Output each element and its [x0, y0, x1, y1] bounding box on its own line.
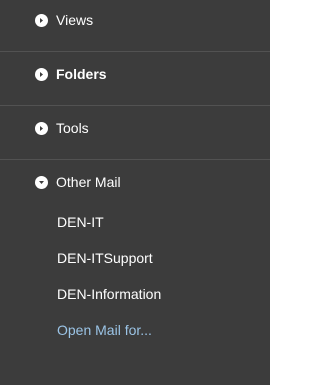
chevron-down-icon — [35, 175, 48, 189]
mailbox-item-den-itsupport[interactable]: DEN-ITSupport — [57, 240, 161, 276]
views-label: Views — [56, 12, 94, 28]
folders-label: Folders — [56, 66, 107, 82]
views-header[interactable]: Views — [35, 12, 93, 28]
chevron-right-icon — [35, 121, 48, 135]
other-mail-header[interactable]: Other Mail — [35, 174, 121, 190]
mailbox-item-den-it[interactable]: DEN-IT — [57, 204, 161, 240]
open-mail-for-link[interactable]: Open Mail for... — [57, 312, 161, 348]
folders-header[interactable]: Folders — [35, 66, 107, 82]
mailbox-item-den-information[interactable]: DEN-Information — [57, 276, 161, 312]
navigation-panel: Views Folders Tools Other Mail DEN-IT DE… — [0, 0, 270, 385]
chevron-right-icon — [35, 13, 48, 27]
tools-header[interactable]: Tools — [35, 120, 89, 136]
chevron-right-icon — [35, 67, 48, 81]
other-mail-list: DEN-IT DEN-ITSupport DEN-Information Ope… — [57, 204, 161, 348]
other-mail-label: Other Mail — [56, 174, 121, 190]
tools-label: Tools — [56, 120, 89, 136]
